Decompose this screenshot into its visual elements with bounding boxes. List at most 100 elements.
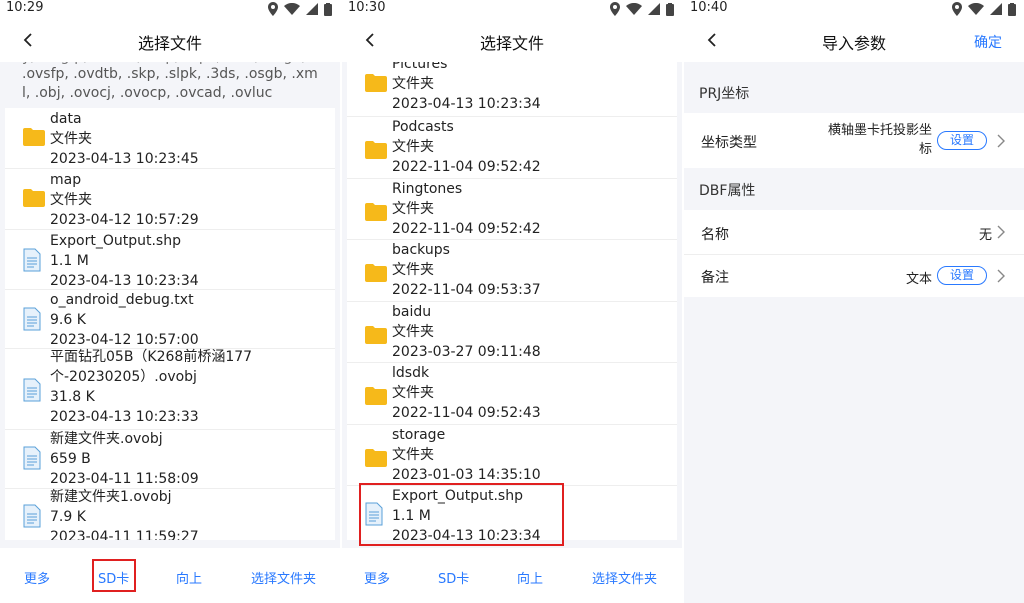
chevron-right-icon — [997, 134, 1005, 148]
sd-card-button[interactable]: SD卡 — [438, 568, 469, 587]
status-bar: 10:30 — [342, 0, 682, 20]
item-date: 2022-11-04 09:53:37 — [392, 282, 541, 298]
bottom-bar: 更多 SD卡 向上 选择文件夹 — [0, 548, 340, 603]
remark-row[interactable]: 备注 文本 设置 — [684, 255, 1024, 297]
item-sub: 文件夹 — [392, 385, 434, 401]
list-item-folder[interactable]: Ringtones 文件夹 2022-11-04 09:52:42 — [347, 179, 677, 239]
wifi-icon — [626, 3, 642, 15]
status-icons — [610, 2, 674, 16]
item-sub: 文件夹 — [392, 201, 434, 217]
item-name: ldsdk — [392, 365, 430, 381]
item-date: 2023-04-13 10:23:34 — [50, 273, 199, 289]
name-label: 名称 — [701, 227, 729, 243]
file-icon — [23, 307, 41, 331]
coord-type-label: 坐标类型 — [701, 135, 757, 151]
section-header-dbf: DBF属性 — [699, 183, 756, 199]
list-item-folder[interactable]: Pictures 文件夹 2023-04-13 10:23:34 — [347, 62, 677, 112]
file-icon — [23, 378, 41, 402]
item-sub: 9.6 K — [50, 312, 86, 328]
page-title: 选择文件 — [137, 34, 202, 53]
file-list[interactable]: Pictures 文件夹 2023-04-13 10:23:34 Podcast… — [347, 62, 677, 540]
file-icon — [23, 504, 41, 528]
chevron-right-icon — [997, 269, 1005, 283]
location-icon — [952, 2, 962, 16]
confirm-button[interactable]: 确定 — [974, 32, 1002, 52]
folder-icon — [365, 74, 387, 92]
more-button[interactable]: 更多 — [24, 568, 50, 587]
list-item-file[interactable]: o_android_debug.txt 9.6 K 2023-04-12 10:… — [5, 291, 335, 351]
item-sub: 文件夹 — [392, 262, 434, 278]
select-folder-button[interactable]: 选择文件夹 — [592, 568, 657, 587]
folder-icon — [365, 449, 387, 467]
item-date: 2023-04-13 10:23:33 — [50, 409, 199, 425]
list-item-folder[interactable]: Podcasts 文件夹 2022-11-04 09:52:42 — [347, 117, 677, 177]
item-sub: 文件夹 — [392, 447, 434, 463]
item-name: storage — [392, 427, 446, 443]
chevron-right-icon — [997, 225, 1005, 239]
section-header-prj: PRJ坐标 — [699, 86, 750, 102]
list-item-file[interactable]: 新建文件夹.ovobj 659 B 2023-04-11 11:58:09 — [5, 430, 335, 490]
folder-icon — [365, 141, 387, 159]
item-name: Ringtones — [392, 181, 463, 197]
select-folder-button[interactable]: 选择文件夹 — [251, 568, 316, 587]
page-title: 选择文件 — [479, 34, 544, 53]
remark-settings-button[interactable]: 设置 — [937, 266, 987, 285]
list-item-folder[interactable]: storage 文件夹 2023-01-03 14:35:10 — [347, 425, 677, 485]
list-item-file[interactable]: Export_Output.shp 1.1 M 2023-04-13 10:23… — [5, 232, 335, 292]
item-name: map — [50, 172, 82, 188]
coord-type-value: 横轴墨卡托投影坐 标 — [802, 121, 932, 159]
status-icons — [268, 2, 332, 16]
item-name: Export_Output.shp — [50, 233, 181, 249]
bottom-bar: 更多 SD卡 向上 选择文件夹 — [342, 548, 682, 603]
up-button[interactable]: 向上 — [517, 568, 543, 587]
status-icons — [952, 2, 1016, 16]
item-name: Podcasts — [392, 119, 454, 135]
file-picker-panel-2: 10:30 选择文件 Pictures 文件夹 2023-04-13 10:23… — [342, 0, 682, 603]
item-date: 2022-11-04 09:52:42 — [392, 159, 541, 175]
location-icon — [610, 2, 620, 16]
coord-type-row[interactable]: 坐标类型 横轴墨卡托投影坐 标 设置 — [684, 113, 1024, 168]
item-name: o_android_debug.txt — [50, 292, 194, 308]
item-name: baidu — [392, 304, 432, 320]
list-item-folder[interactable]: ldsdk 文件夹 2022-11-04 09:52:43 — [347, 363, 677, 423]
coord-type-value-line1: 横轴墨卡托投影坐 — [827, 123, 932, 138]
highlight-box — [92, 559, 136, 592]
item-name-line2: 个-20230205）.ovobj — [50, 369, 197, 385]
list-item-folder[interactable]: baidu 文件夹 2023-03-27 09:11:48 — [347, 302, 677, 362]
item-name: Pictures — [392, 62, 448, 72]
list-item-folder[interactable]: backups 文件夹 2022-11-04 09:53:37 — [347, 240, 677, 300]
status-bar: 10:29 — [0, 0, 340, 20]
divider — [5, 229, 335, 230]
coord-settings-button[interactable]: 设置 — [937, 131, 987, 150]
list-item-folder[interactable]: data 文件夹 2023-04-13 10:23:45 — [5, 110, 335, 170]
name-row[interactable]: 名称 无 — [684, 210, 1024, 254]
item-sub: 文件夹 — [50, 192, 92, 208]
list-item-folder[interactable]: map 文件夹 2023-04-12 10:57:29 — [5, 171, 335, 231]
wifi-icon — [968, 3, 984, 15]
signal-icon — [990, 3, 1002, 15]
item-date: 2022-11-04 09:52:43 — [392, 405, 541, 421]
up-button[interactable]: 向上 — [176, 568, 202, 587]
item-date: 2023-04-13 10:23:45 — [50, 151, 199, 167]
file-list[interactable]: y, .ovgfp, .ovdtb, .skp, .slpk, .3ds, .o… — [5, 62, 335, 540]
item-date: 2022-11-04 09:52:42 — [392, 221, 541, 237]
name-value: 无 — [978, 228, 992, 243]
top-bar: 导入参数 确定 — [684, 20, 1024, 62]
battery-icon — [666, 2, 674, 16]
item-sub: 31.8 K — [50, 389, 95, 405]
item-sub: 文件夹 — [392, 139, 434, 155]
item-sub: 文件夹 — [392, 324, 434, 340]
top-bar: 选择文件 — [0, 20, 340, 62]
list-item-file[interactable]: 新建文件夹1.ovobj 7.9 K 2023-04-11 11:59:27 — [5, 488, 335, 540]
file-list-card: data 文件夹 2023-04-13 10:23:45 map 文件夹 202… — [5, 108, 335, 540]
list-item-file[interactable]: 平面钻孔05B（K268前桥涵177 个-20230205）.ovobj 31.… — [5, 348, 335, 428]
item-name: backups — [392, 242, 450, 258]
status-time: 10:40 — [690, 0, 728, 15]
item-name: 新建文件夹1.ovobj — [50, 489, 172, 505]
import-params-panel: 10:40 导入参数 确定 PRJ坐标 坐标类型 横轴墨卡托投影坐 标 设置 D… — [684, 0, 1024, 603]
folder-icon — [365, 326, 387, 344]
item-name: 新建文件夹.ovobj — [50, 431, 163, 447]
more-button[interactable]: 更多 — [364, 568, 390, 587]
location-icon — [268, 2, 278, 16]
file-icon — [23, 248, 41, 272]
